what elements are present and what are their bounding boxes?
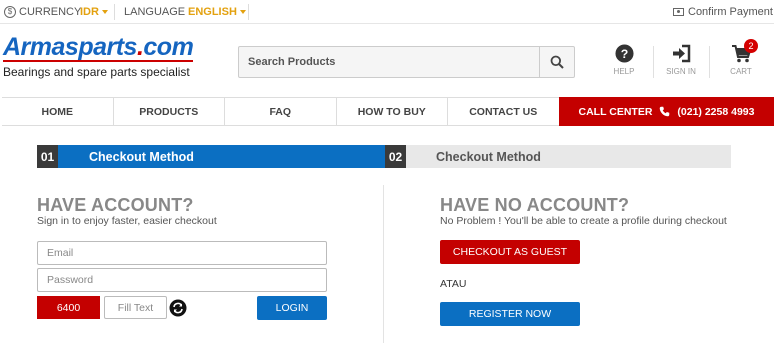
refresh-captcha-icon[interactable] (169, 299, 187, 317)
svg-text:?: ? (620, 47, 628, 61)
cart-count-badge: 2 (744, 39, 758, 53)
step-number: 02 (385, 145, 406, 168)
currency-dropdown[interactable]: IDR (80, 6, 108, 18)
no-account-title: HAVE NO ACCOUNT? (440, 195, 630, 215)
search-input[interactable] (239, 47, 539, 77)
search-button[interactable] (539, 47, 574, 77)
currency-icon: $ (4, 6, 16, 18)
phone-icon (660, 106, 670, 117)
step-checkout-method-2: 02 Checkout Method (385, 145, 731, 168)
step-checkout-method: 01 Checkout Method (37, 145, 385, 168)
top-bar: $ CURRENCY IDR LANGUAGE ENGLISH Confirm … (0, 0, 774, 24)
confirm-payment-link[interactable]: Confirm Payment (673, 6, 773, 18)
captcha-code: 6400 (37, 296, 100, 319)
logo-tagline: Bearings and spare parts specialist (3, 65, 190, 79)
register-now-button[interactable]: REGISTER NOW (440, 302, 580, 326)
divider (248, 4, 249, 20)
currency-label: $ CURRENCY (4, 6, 81, 18)
sign-in-icon (673, 44, 691, 63)
chevron-down-icon (239, 10, 246, 14)
step-number: 01 (37, 145, 58, 168)
login-button[interactable]: LOGIN (257, 296, 327, 320)
nav-home[interactable]: HOME (2, 98, 114, 125)
or-separator-text: ATAU (440, 278, 467, 290)
payment-icon (673, 8, 684, 16)
call-center-button[interactable]: CALL CENTER (021) 2258 4993 (559, 97, 774, 126)
nav-contact-us[interactable]: CONTACT US (448, 98, 560, 125)
no-account-subtitle: No Problem ! You'll be able to create a … (440, 215, 727, 227)
language-label: LANGUAGE (124, 6, 186, 18)
cart-button[interactable]: CART 2 (714, 39, 768, 76)
email-field[interactable] (37, 241, 327, 265)
chevron-down-icon (101, 10, 108, 14)
site-logo[interactable]: Armasparts.com Bearings and spare parts … (3, 33, 194, 79)
step-label: Checkout Method (89, 149, 194, 164)
step-label: Checkout Method (436, 149, 541, 164)
have-account-title: HAVE ACCOUNT? (37, 195, 194, 215)
search-bar (238, 46, 575, 78)
sign-in-button[interactable]: SIGN IN (654, 44, 708, 76)
language-dropdown[interactable]: ENGLISH (188, 6, 246, 18)
search-icon (550, 55, 564, 69)
column-divider (383, 185, 384, 343)
help-icon: ? (614, 44, 634, 63)
help-button[interactable]: ? HELP (597, 44, 651, 76)
nav-how-to-buy[interactable]: HOW TO BUY (337, 98, 448, 125)
checkout-as-guest-button[interactable]: CHECKOUT AS GUEST (440, 240, 580, 264)
captcha-input[interactable] (104, 296, 167, 319)
nav-faq[interactable]: FAQ (225, 98, 337, 125)
logo-text: Armasparts.com (3, 33, 194, 61)
divider (709, 46, 710, 78)
main-nav: HOME PRODUCTS FAQ HOW TO BUY CONTACT US … (2, 97, 774, 126)
password-field[interactable] (37, 268, 327, 292)
nav-products[interactable]: PRODUCTS (114, 98, 225, 125)
divider (114, 4, 115, 20)
have-account-subtitle: Sign in to enjoy faster, easier checkout (37, 215, 217, 227)
